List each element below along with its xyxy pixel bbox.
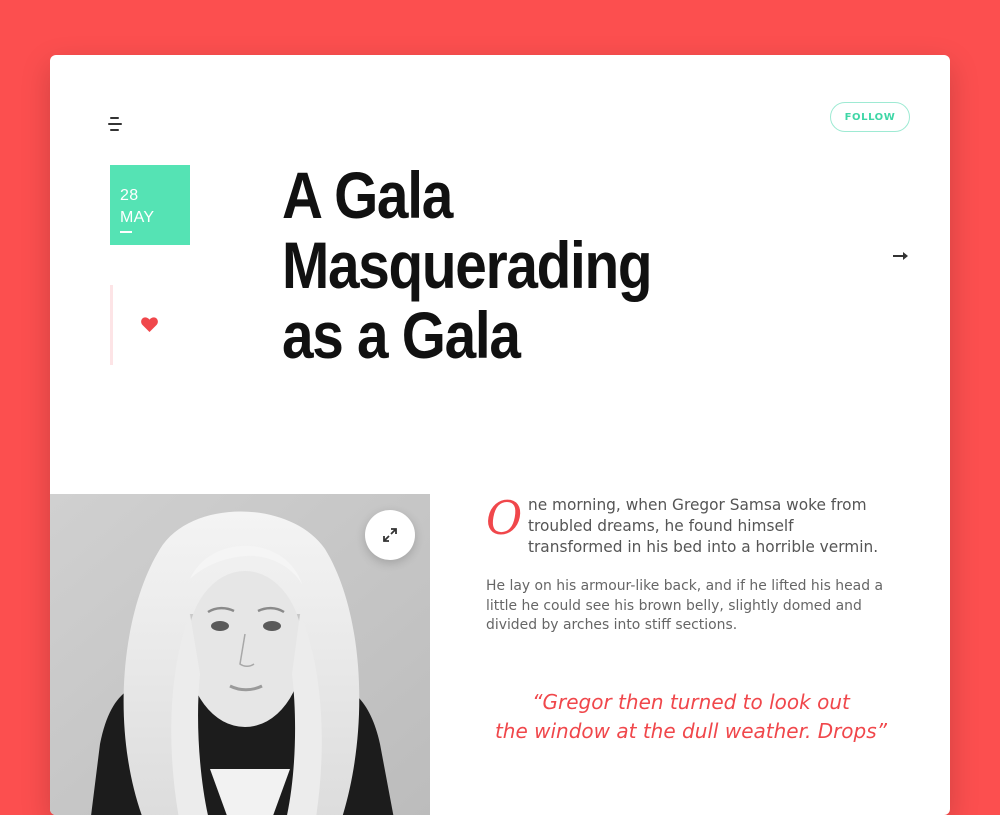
post-title: A Gala Masquerading as a Gala — [282, 160, 695, 370]
menu-icon[interactable] — [108, 115, 126, 133]
like-bar — [110, 285, 113, 365]
follow-button[interactable]: FOLLOW — [830, 102, 910, 132]
pull-quote: “Gregor then turned to look out the wind… — [476, 688, 906, 746]
body-paragraph: He lay on his armour-like back, and if h… — [486, 578, 884, 633]
expand-icon — [383, 528, 397, 542]
date-badge: 28 MAY — [110, 165, 190, 245]
lead-paragraph: O ne morning, when Gregor Samsa woke fro… — [486, 494, 889, 557]
date-day: 28 — [120, 187, 139, 204]
article-card: FOLLOW 28 MAY A Gala Masquerading as a G… — [50, 55, 950, 815]
title-line: as a Gala — [282, 298, 521, 372]
date-month: MAY — [120, 209, 155, 226]
heart-icon[interactable] — [141, 317, 158, 332]
date-divider — [120, 231, 132, 233]
arrow-right-icon[interactable] — [893, 247, 909, 260]
quote-line: the window at the dull weather. Drops” — [494, 719, 888, 743]
expand-button[interactable] — [365, 510, 415, 560]
article-body: O ne morning, when Gregor Samsa woke fro… — [486, 494, 906, 636]
title-line: A Gala — [282, 158, 453, 232]
title-line: Masquerading — [282, 228, 653, 302]
quote-line: “Gregor then turned to look out — [532, 690, 850, 714]
lead-text: ne morning, when Gregor Samsa woke from … — [527, 495, 879, 556]
drop-cap: O — [486, 491, 523, 545]
